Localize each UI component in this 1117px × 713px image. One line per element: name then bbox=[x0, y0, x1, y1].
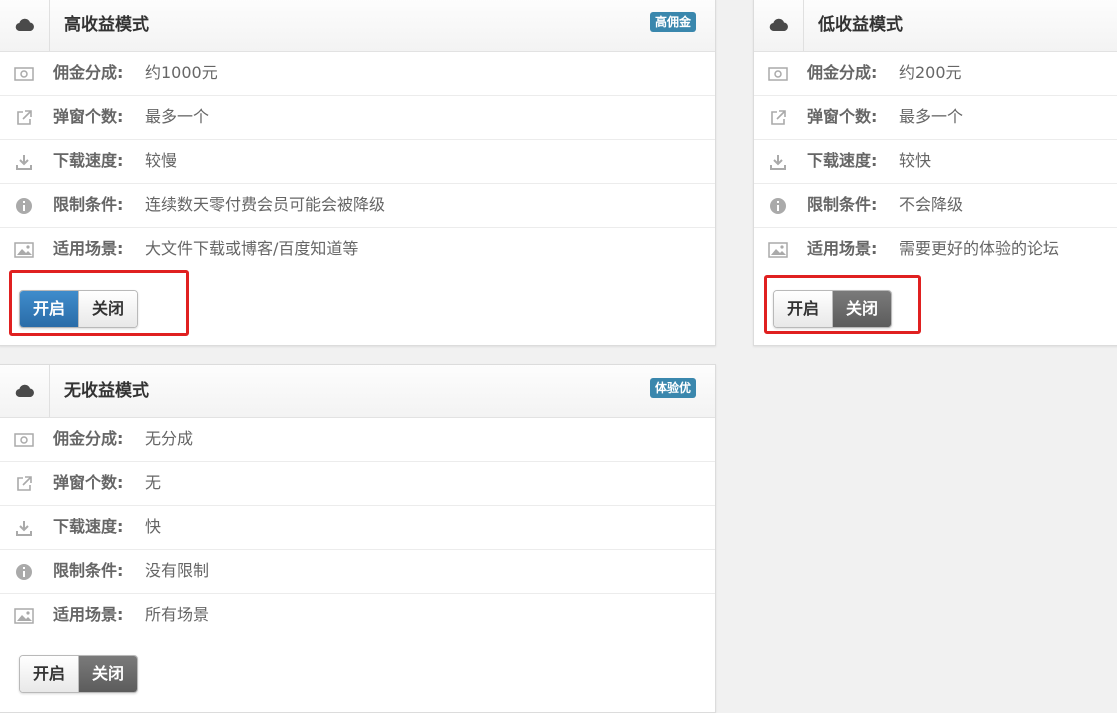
row-value: 约200元 bbox=[899, 63, 962, 82]
row-label: 适用场景: bbox=[807, 239, 878, 258]
row-speed: 下载速度: 快 bbox=[0, 506, 715, 550]
row-value: 没有限制 bbox=[145, 561, 210, 580]
row-label: 下载速度: bbox=[53, 517, 124, 536]
money-icon bbox=[14, 430, 34, 450]
row-value: 最多一个 bbox=[145, 107, 210, 126]
card-title: 高收益模式 bbox=[64, 15, 149, 35]
row-value: 约1000元 bbox=[145, 63, 218, 82]
row-value: 较快 bbox=[899, 151, 932, 170]
row-label: 佣金分成: bbox=[53, 429, 124, 448]
cloud-icon bbox=[754, 0, 804, 51]
row-value: 无 bbox=[145, 473, 162, 492]
row-popups: 弹窗个数: 最多一个 bbox=[754, 96, 1117, 140]
row-label: 限制条件: bbox=[53, 195, 124, 214]
card-title: 低收益模式 bbox=[818, 15, 903, 35]
row-commission: 佣金分成: 约1000元 bbox=[0, 52, 715, 96]
row-limit: 限制条件: 连续数天零付费会员可能会被降级 bbox=[0, 184, 715, 228]
money-icon bbox=[14, 64, 34, 84]
row-label: 弹窗个数: bbox=[53, 107, 124, 126]
row-popups: 弹窗个数: 最多一个 bbox=[0, 96, 715, 140]
row-value: 最多一个 bbox=[899, 107, 964, 126]
row-speed: 下载速度: 较慢 bbox=[0, 140, 715, 184]
mode-toggle: 开启 关闭 bbox=[19, 655, 138, 693]
row-label: 佣金分成: bbox=[807, 63, 878, 82]
badge-high-commission: 高佣金 bbox=[649, 12, 696, 32]
card-header: 高收益模式 高佣金 bbox=[0, 0, 715, 52]
row-scenario: 适用场景: 所有场景 bbox=[0, 594, 715, 638]
row-label: 下载速度: bbox=[807, 151, 878, 170]
row-value: 大文件下载或博客/百度知道等 bbox=[145, 239, 359, 258]
info-icon bbox=[14, 196, 34, 216]
image-icon bbox=[14, 606, 34, 626]
download-icon bbox=[14, 152, 34, 172]
row-commission: 佣金分成: 约200元 bbox=[754, 52, 1117, 96]
row-limit: 限制条件: 没有限制 bbox=[0, 550, 715, 594]
row-value: 较慢 bbox=[145, 151, 178, 170]
row-speed: 下载速度: 较快 bbox=[754, 140, 1117, 184]
row-label: 弹窗个数: bbox=[53, 473, 124, 492]
row-popups: 弹窗个数: 无 bbox=[0, 462, 715, 506]
cloud-icon bbox=[0, 0, 50, 51]
off-button[interactable]: 关闭 bbox=[78, 656, 137, 692]
info-icon bbox=[768, 196, 788, 216]
row-limit: 限制条件: 不会降级 bbox=[754, 184, 1117, 228]
download-icon bbox=[768, 152, 788, 172]
on-button[interactable]: 开启 bbox=[20, 656, 78, 692]
row-label: 限制条件: bbox=[53, 561, 124, 580]
row-value: 所有场景 bbox=[145, 605, 210, 624]
row-commission: 佣金分成: 无分成 bbox=[0, 418, 715, 462]
row-scenario: 适用场景: 需要更好的体验的论坛 bbox=[754, 228, 1117, 272]
badge-best-experience: 体验优 bbox=[649, 378, 696, 398]
card-header: 低收益模式 bbox=[754, 0, 1117, 52]
image-icon bbox=[14, 240, 34, 260]
row-label: 下载速度: bbox=[53, 151, 124, 170]
card-header: 无收益模式 体验优 bbox=[0, 365, 715, 418]
row-value: 快 bbox=[145, 517, 162, 536]
row-scenario: 适用场景: 大文件下载或博客/百度知道等 bbox=[0, 228, 715, 272]
card-title: 无收益模式 bbox=[64, 381, 149, 401]
row-value: 无分成 bbox=[145, 429, 194, 448]
row-label: 适用场景: bbox=[53, 605, 124, 624]
cloud-icon bbox=[0, 365, 50, 417]
image-icon bbox=[768, 240, 788, 260]
external-link-icon bbox=[14, 108, 34, 128]
mode-card-none: 无收益模式 体验优 佣金分成: 无分成 弹窗个数: 无 下载速度: 快 限制条件… bbox=[0, 364, 716, 713]
row-value: 不会降级 bbox=[899, 195, 964, 214]
row-value: 需要更好的体验的论坛 bbox=[899, 239, 1060, 258]
row-label: 限制条件: bbox=[807, 195, 878, 214]
row-label: 适用场景: bbox=[53, 239, 124, 258]
money-icon bbox=[768, 64, 788, 84]
row-label: 弹窗个数: bbox=[807, 107, 878, 126]
highlight-box bbox=[9, 270, 189, 336]
row-value: 连续数天零付费会员可能会被降级 bbox=[145, 195, 386, 214]
row-label: 佣金分成: bbox=[53, 63, 124, 82]
download-icon bbox=[14, 518, 34, 538]
external-link-icon bbox=[14, 474, 34, 494]
info-icon bbox=[14, 562, 34, 582]
external-link-icon bbox=[768, 108, 788, 128]
highlight-box bbox=[764, 275, 921, 334]
